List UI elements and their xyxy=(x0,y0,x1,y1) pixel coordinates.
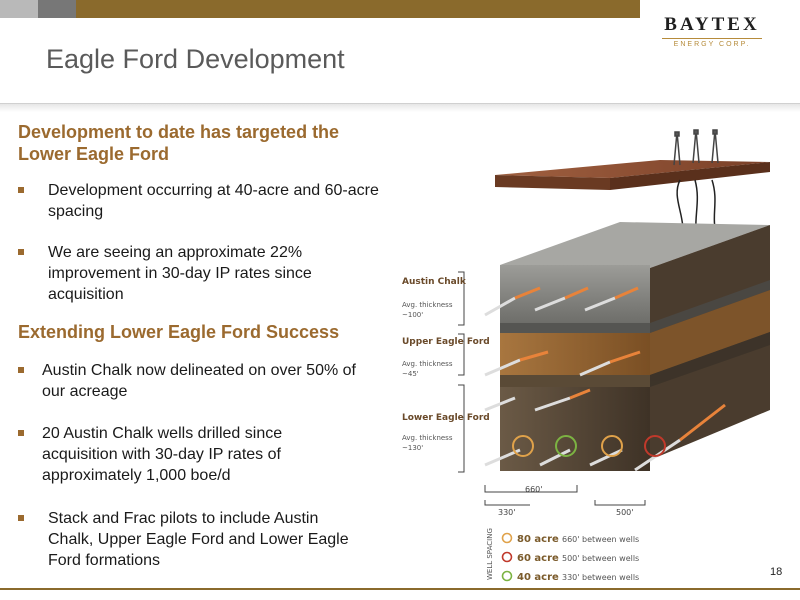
layer-thickness: ~45' xyxy=(402,370,419,378)
section-heading-development: Development to date has targeted the Low… xyxy=(18,122,340,164)
drilling-rigs-icon xyxy=(673,129,719,166)
bullet-spacing: Development occurring at 40-acre and 60-… xyxy=(18,180,379,224)
layer-thickness: ~100' xyxy=(402,311,423,319)
legend-80-acre-icon xyxy=(501,532,513,544)
bullet-text: We are seeing an approximate 22% improve… xyxy=(48,244,312,303)
dimension-330: 330' xyxy=(498,508,515,517)
legend-60-acre-icon xyxy=(501,551,513,563)
bullet-text: Austin Chalk now delineated on over 50% … xyxy=(42,362,356,400)
page-number: 18 xyxy=(770,566,783,578)
layer-thickness-label: Avg. thickness xyxy=(402,360,453,368)
logo-subtitle: ENERGY CORP. xyxy=(673,41,751,48)
bullet-text: Development occurring at 40-acre and 60-… xyxy=(48,182,379,220)
title-divider xyxy=(0,103,800,112)
well-spacing-title: WELL SPACING xyxy=(486,528,494,580)
layer-name: Austin Chalk xyxy=(402,277,467,287)
legend-acre: 60 acre xyxy=(517,553,559,564)
legend-40-acre-icon xyxy=(501,570,513,582)
footer-rule xyxy=(0,588,800,590)
surface-slab xyxy=(495,160,770,190)
dimension-lines xyxy=(484,485,646,506)
legend-desc: 330' between wells xyxy=(562,573,639,582)
legend-desc: 660' between wells xyxy=(562,535,639,544)
logo-rule xyxy=(662,38,762,39)
slide-title: Eagle Ford Development xyxy=(46,44,345,74)
bullet-marker xyxy=(18,515,24,521)
bullet-ip-rates: We are seeing an approximate 22% improve… xyxy=(18,242,378,306)
layer-thickness-label: Avg. thickness xyxy=(402,301,453,309)
top-bar-gray-segment xyxy=(0,0,38,18)
dimension-660: 660' xyxy=(525,485,542,494)
dimension-500: 500' xyxy=(616,508,633,517)
bullet-text: Stack and Frac pilots to include Austin … xyxy=(48,510,349,569)
legend-acre: 40 acre xyxy=(517,572,559,583)
logo-name: BAYTEX xyxy=(664,14,760,35)
top-bar-dark-segment xyxy=(38,0,76,18)
bullet-marker xyxy=(18,187,24,193)
layer-label-lower-eagle-ford: Lower Eagle Ford Avg. thickness ~130' xyxy=(402,384,490,473)
bullet-austin-chalk-wells: 20 Austin Chalk wells drilled since acqu… xyxy=(18,423,378,487)
bullet-marker xyxy=(18,249,24,255)
bullet-stack-frac: Stack and Frac pilots to include Austin … xyxy=(18,508,378,572)
layer-name: Lower Eagle Ford xyxy=(402,413,490,423)
legend-acre: 80 acre xyxy=(517,534,559,545)
top-accent-bar xyxy=(0,0,640,18)
spacing-legend: 80 acre 660' between wells 60 acre 500' … xyxy=(501,532,639,583)
layer-label-austin-chalk: Austin Chalk Avg. thickness ~100' xyxy=(402,271,467,326)
company-logo: BAYTEX ENERGY CORP. xyxy=(652,14,772,54)
bullet-austin-chalk-delineated: Austin Chalk now delineated on over 50% … xyxy=(18,360,378,404)
legend-desc: 500' between wells xyxy=(562,554,639,563)
layer-thickness: ~130' xyxy=(402,444,423,452)
formation-diagram: Austin Chalk Avg. thickness ~100' Upper … xyxy=(402,129,770,583)
bullet-text: 20 Austin Chalk wells drilled since acqu… xyxy=(42,425,283,484)
layer-thickness-label: Avg. thickness xyxy=(402,434,453,442)
bullet-marker xyxy=(18,367,24,373)
bullet-marker xyxy=(18,430,24,436)
section-heading-extending: Extending Lower Eagle Ford Success xyxy=(18,322,340,342)
layer-label-upper-eagle-ford: Upper Eagle Ford Avg. thickness ~45' xyxy=(402,333,490,378)
layer-name: Upper Eagle Ford xyxy=(402,337,490,347)
